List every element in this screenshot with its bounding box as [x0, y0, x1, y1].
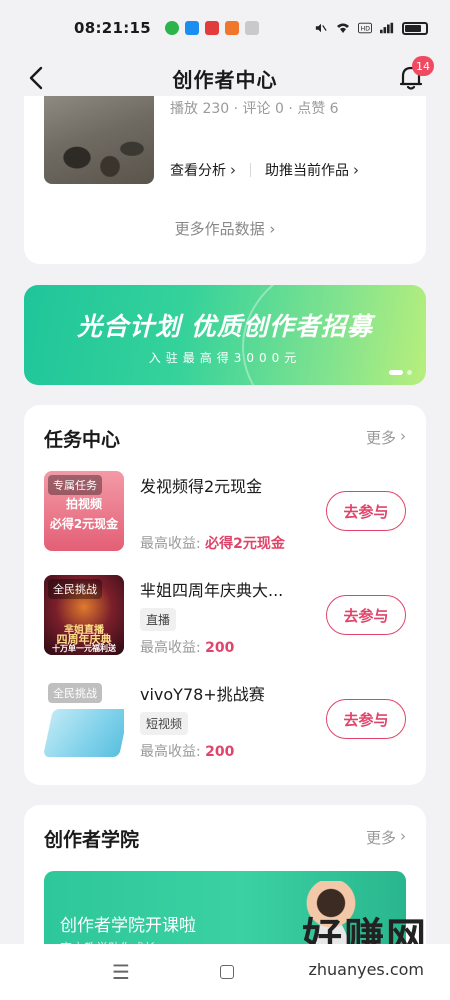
app-orange-icon — [225, 21, 240, 35]
task-income: 最高收益: 必得2元现金 — [140, 533, 285, 553]
promo-banner[interactable]: 光合计划 优质创作者招募 入驻最高得3000元 — [24, 285, 426, 385]
view-analysis-link[interactable]: 查看分析 › — [170, 160, 236, 180]
chevron-right-icon: › — [269, 220, 276, 238]
task-center-title: 任务中心 — [44, 429, 121, 451]
telegram-icon — [185, 21, 200, 35]
income-value: 200 — [205, 744, 235, 760]
mute-icon — [315, 23, 327, 33]
income-value: 必得2元现金 — [205, 536, 285, 552]
banner-pagination — [389, 370, 412, 375]
chevron-right-icon: › — [230, 161, 236, 179]
status-app-icons — [165, 21, 260, 35]
app-gray-icon — [245, 21, 260, 35]
watermark-url: zhuanyes.com — [308, 960, 424, 979]
income-prefix: 最高收益: — [140, 640, 201, 656]
thumb-text: 必得2元现金 — [49, 517, 119, 531]
phone-image — [44, 709, 124, 757]
thumb-text: 十万单一元福利送 — [52, 644, 116, 653]
wifi-icon — [337, 23, 349, 33]
task-title: 芈姐四周年庆典大... — [140, 581, 284, 600]
task-thumbnail: 全民挑战 — [44, 679, 124, 759]
back-button[interactable] — [22, 64, 50, 92]
task-title: vivoY78+挑战赛 — [140, 685, 265, 704]
work-stats-card: 播放 230 · 评论 0 · 点赞 6 查看分析 › 助推当前作品 › 更多作… — [24, 96, 426, 264]
more-work-data-link[interactable]: 更多作品数据 › — [24, 218, 426, 239]
signal-icon — [380, 22, 394, 34]
notification-badge: 14 — [412, 56, 434, 76]
view-analysis-label: 查看分析 — [170, 163, 226, 179]
app-red-icon — [205, 21, 220, 35]
divider — [250, 163, 251, 177]
task-type-label: 直播 — [140, 608, 177, 631]
join-button[interactable]: 去参与 — [326, 699, 406, 739]
status-indicators: HD — [314, 21, 428, 35]
banner-title: 光合计划 优质创作者招募 — [77, 312, 373, 341]
task-thumbnail: 全民挑战 芈姐直播 四周年庆典 十万单一元福利送 — [44, 575, 124, 655]
task-tag: 专属任务 — [48, 475, 102, 495]
task-item[interactable]: 全民挑战 芈姐直播 四周年庆典 十万单一元福利送 芈姐四周年庆典大... 直播 … — [44, 575, 406, 657]
work-thumbnail[interactable] — [44, 96, 154, 184]
svg-text:HD: HD — [361, 26, 371, 33]
income-prefix: 最高收益: — [140, 744, 201, 760]
more-label: 更多 — [365, 429, 396, 447]
join-button[interactable]: 去参与 — [326, 595, 406, 635]
pagination-dot — [407, 370, 412, 375]
battery-icon — [402, 21, 428, 35]
task-tag: 全民挑战 — [48, 579, 102, 599]
task-center-more-link[interactable]: 更多 › — [366, 427, 406, 448]
promote-work-link[interactable]: 助推当前作品 › — [265, 160, 359, 180]
thumb-text: 拍视频 — [65, 497, 102, 511]
task-income: 最高收益: 200 — [140, 637, 234, 657]
wechat-icon — [165, 21, 180, 35]
status-bar: 08:21:15 HD — [0, 0, 450, 56]
task-item[interactable]: 专属任务 拍视频 必得2元现金 发视频得2元现金 最高收益: 必得2元现金 去参… — [44, 471, 406, 553]
income-prefix: 最高收益: — [140, 536, 201, 552]
task-type-label: 短视频 — [140, 712, 189, 735]
academy-title: 创作者学院 — [44, 829, 140, 851]
academy-banner-text: 创作者学院开课啦 — [60, 916, 196, 936]
task-center-card: 任务中心 更多 › 专属任务 拍视频 必得2元现金 发视频得2元现金 最高收益:… — [24, 405, 426, 785]
header: 创作者中心 14 — [0, 56, 450, 100]
chevron-right-icon: › — [353, 161, 359, 179]
hd-icon: HD — [358, 22, 372, 34]
home-icon[interactable] — [219, 965, 234, 979]
income-value: 200 — [205, 640, 235, 656]
chevron-right-icon: › — [400, 427, 406, 445]
task-income: 最高收益: 200 — [140, 741, 234, 761]
pagination-dot-active — [389, 370, 403, 375]
more-label: 更多 — [365, 829, 396, 847]
status-time: 08:21:15 — [74, 19, 152, 37]
page-title: 创作者中心 — [172, 67, 278, 92]
banner-subtitle: 入驻最高得3000元 — [148, 351, 302, 365]
chevron-right-icon: › — [400, 827, 406, 845]
task-title: 发视频得2元现金 — [140, 477, 263, 496]
task-thumbnail: 专属任务 拍视频 必得2元现金 — [44, 471, 124, 551]
chevron-left-icon — [29, 66, 43, 90]
join-button[interactable]: 去参与 — [326, 491, 406, 531]
task-tag: 全民挑战 — [48, 683, 102, 703]
work-stats: 播放 230 · 评论 0 · 点赞 6 — [170, 101, 339, 117]
menu-icon[interactable]: ☰ — [112, 960, 130, 984]
task-item[interactable]: 全民挑战 vivoY78+挑战赛 短视频 最高收益: 200 去参与 — [44, 679, 406, 761]
more-work-data-label: 更多作品数据 — [174, 220, 265, 238]
notification-button[interactable]: 14 — [396, 56, 434, 92]
promote-work-label: 助推当前作品 — [265, 163, 349, 179]
academy-more-link[interactable]: 更多 › — [366, 827, 406, 848]
work-actions: 查看分析 › 助推当前作品 › — [170, 160, 359, 180]
